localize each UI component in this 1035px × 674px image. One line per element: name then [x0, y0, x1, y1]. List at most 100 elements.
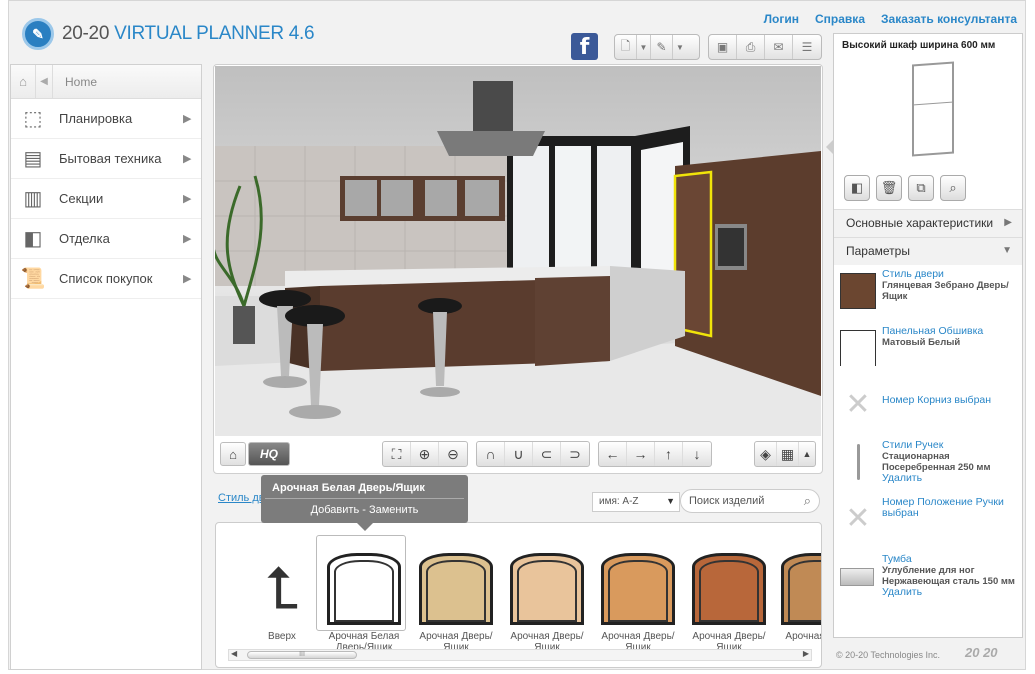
zoom-icon[interactable]: ⌕ [940, 175, 966, 201]
catalog-strip: ⮤ Вверх Арочная Белая Дверь/Ящик Арочная… [215, 522, 822, 668]
up-arrow-icon: ⮤ [264, 554, 300, 622]
nav-breadcrumb: ⌂ ◀ Home [11, 64, 201, 99]
edit-dropdown-icon[interactable]: ▼ [673, 35, 687, 59]
scrollbar-grip: III [299, 651, 305, 658]
sort-select[interactable]: имя: A-Z [592, 492, 680, 512]
top-links: Логин Справка Заказать консультанта [764, 12, 1017, 26]
rotate-down-icon[interactable]: ∪ [505, 442, 533, 466]
chevron-down-icon: ▼ [1002, 245, 1012, 256]
catalog-item[interactable]: Арочная Дверь/Ящик [414, 533, 498, 653]
param-cornice: ✕ Номер Корниз выбран [834, 379, 1022, 436]
scrollbar-thumb[interactable]: III [247, 651, 357, 659]
catalog-up-label: Вверх [268, 631, 296, 642]
tooltip-separator: - [362, 504, 366, 516]
nav-item-planning[interactable]: ⬚ Планировка ▶ [11, 99, 201, 139]
param-label[interactable]: Стиль двери [882, 269, 1020, 280]
nav-item-finish[interactable]: ◧ Отделка ▶ [11, 219, 201, 259]
scroll-left-icon[interactable]: ◀ [231, 649, 237, 658]
copyright: © 20-20 Technologies Inc. [836, 650, 941, 660]
save-icon[interactable]: ▣ [709, 35, 737, 59]
catalog-item[interactable]: Арочная Белая Дверь/Ящик [316, 533, 406, 653]
finish-icon: ◧ [23, 228, 43, 250]
new-document-icon[interactable]: 🗋 [615, 35, 637, 59]
chevron-right-icon: ▶ [183, 153, 192, 165]
zoom-in-icon[interactable]: ⊕ [411, 442, 439, 466]
pan-up-icon[interactable]: ↑ [655, 442, 683, 466]
nav-item-label: Секции [59, 191, 104, 206]
home-view-icon[interactable]: ⌂ [220, 442, 246, 466]
trash-icon[interactable]: 🗑 [876, 175, 902, 201]
door-panel [699, 560, 759, 622]
pan-left-icon[interactable]: ← [599, 442, 627, 466]
help-link[interactable]: Справка [815, 12, 865, 26]
none-x-icon: ✕ [845, 387, 871, 422]
plinth-icon [840, 558, 876, 594]
nav-item-label: Отделка [59, 231, 110, 246]
3d-kitchen-view[interactable] [215, 66, 821, 436]
catalog-scrollbar[interactable]: ◀ III ▶ [228, 649, 812, 661]
remove-handle-link[interactable]: Удалить [882, 473, 1020, 484]
panel-swatch[interactable] [840, 330, 876, 366]
back-arrow-icon[interactable]: ◀ [35, 64, 53, 99]
catalog-item[interactable]: Арочная Двер [776, 533, 822, 642]
nav-item-label: Планировка [59, 111, 133, 126]
rotate-controls: ∩ ∪ ⊂ ⊃ [476, 441, 590, 467]
chevron-right-icon: ▶ [183, 233, 192, 245]
remove-plinth-link[interactable]: Удалить [882, 587, 1020, 598]
param-handle-style: Стили Ручек Стационарная Посеребренная 25… [834, 436, 1022, 493]
catalog-breadcrumb[interactable]: Стиль дв [218, 492, 265, 504]
facebook-icon[interactable]: f [571, 33, 598, 60]
product-search[interactable]: Поиск изделий ⌕ [680, 489, 820, 513]
order-consultant-link[interactable]: Заказать консультанта [881, 12, 1017, 26]
expand-up-icon[interactable]: ▲ [799, 442, 815, 466]
rotate-left-icon[interactable]: ⊂ [533, 442, 561, 466]
edit-icon[interactable]: ✎ [651, 35, 673, 59]
nav-item-shopping-list[interactable]: 📜 Список покупок ▶ [11, 259, 201, 299]
print-icon[interactable]: ⎙ [737, 35, 765, 59]
login-link[interactable]: Логин [764, 12, 799, 26]
param-label[interactable]: Номер Корниз выбран [882, 395, 1020, 406]
logo-prefix: 20-20 [62, 23, 110, 44]
param-value: Матовый Белый [882, 337, 961, 348]
section-main-characteristics[interactable]: Основные характеристики ▶ [834, 209, 1022, 237]
nav-item-appliances[interactable]: ▤ Бытовая техника ▶ [11, 139, 201, 179]
catalog-item[interactable]: Арочная Дверь/Ящик [505, 533, 589, 653]
catalog-item[interactable]: Арочная Дверь/Ящик [596, 533, 680, 653]
section-parameters[interactable]: Параметры ▼ [834, 237, 1022, 265]
hq-render-button[interactable]: HQ [248, 442, 290, 466]
zoom-out-icon[interactable]: ⊖ [439, 442, 467, 466]
rotate-right-icon[interactable]: ⊃ [561, 442, 589, 466]
zoom-fit-icon[interactable]: ⛶ [383, 442, 411, 466]
door-swatch[interactable] [840, 273, 876, 309]
tooltip-replace-link[interactable]: Заменить [369, 504, 418, 516]
door-panel [517, 560, 577, 622]
search-icon[interactable]: ⌕ [804, 493, 811, 509]
param-label[interactable]: Панельная Обшивка [882, 326, 1020, 337]
floorplan-icon: ⬚ [23, 108, 43, 130]
list-icon[interactable]: ☰ [793, 35, 821, 59]
param-label[interactable]: Номер Положение Ручки выбран [882, 497, 1020, 519]
handle-icon [840, 444, 876, 480]
catalog-item[interactable]: Арочная Дверь/Ящик [687, 533, 771, 653]
pan-right-icon[interactable]: → [627, 442, 655, 466]
duplicate-icon[interactable]: ⧉ [908, 175, 934, 201]
param-label[interactable]: Стили Ручек [882, 440, 1020, 451]
cabinet-view-icon[interactable]: ◧ [844, 175, 870, 201]
param-label[interactable]: Тумба [882, 554, 1020, 565]
tooltip-add-link[interactable]: Добавить [311, 504, 360, 516]
rotate-up-icon[interactable]: ∩ [477, 442, 505, 466]
grid-icon[interactable]: ▦ [777, 442, 799, 466]
catalog-item-label: Арочная Двер [785, 631, 822, 642]
3d-cube-icon[interactable]: ◈ [755, 442, 777, 466]
new-dropdown-icon[interactable]: ▼ [637, 35, 651, 59]
nav-item-sections[interactable]: ▥ Секции ▶ [11, 179, 201, 219]
home-icon[interactable]: ⌂ [11, 74, 35, 89]
pan-down-icon[interactable]: ↓ [683, 442, 711, 466]
nav-crumb-home[interactable]: Home [65, 75, 97, 89]
param-value: Углубление для ног Нержавеющая сталь 150… [882, 565, 1015, 587]
scroll-right-icon[interactable]: ▶ [803, 649, 809, 658]
catalog-up-item[interactable]: ⮤ Вверх [240, 533, 324, 642]
email-icon[interactable]: ✉ [765, 35, 793, 59]
zoom-controls: ⛶ ⊕ ⊖ [382, 441, 468, 467]
search-input[interactable]: Поиск изделий [689, 495, 764, 507]
